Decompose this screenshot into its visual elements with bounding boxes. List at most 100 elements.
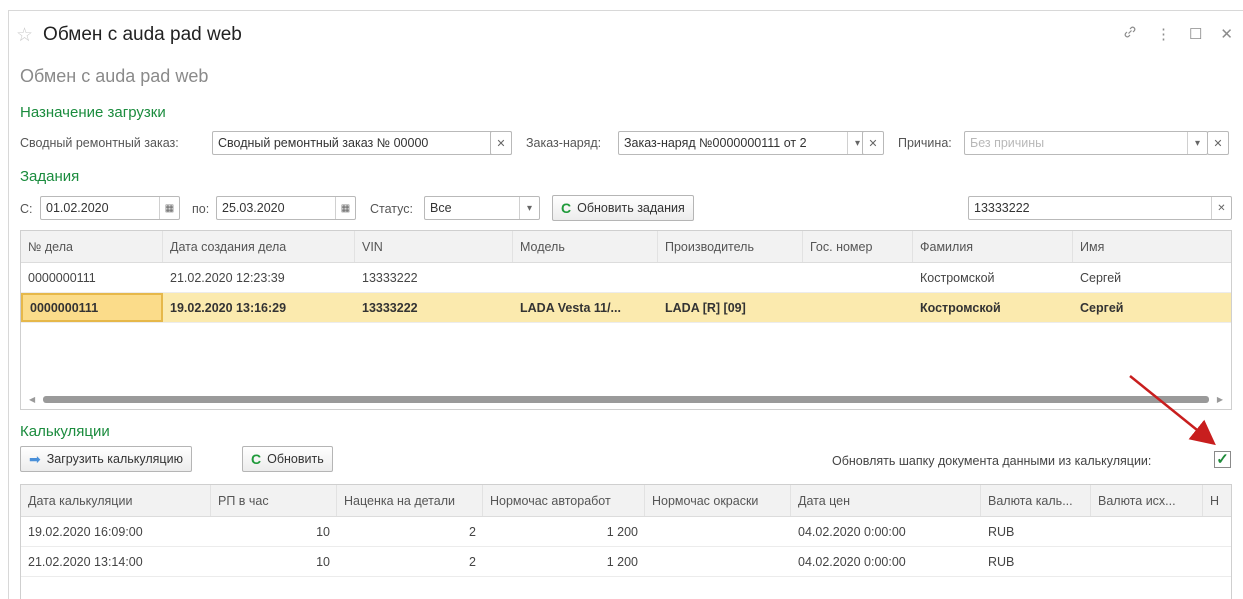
column-header[interactable]: Имя [1073, 231, 1231, 262]
table-cell [803, 293, 913, 322]
table-cell: 04.02.2020 0:00:00 [798, 554, 906, 569]
status-select[interactable]: Все ▾ [424, 196, 540, 220]
column-header[interactable]: VIN [355, 231, 513, 262]
load-calculation-button[interactable]: ➡ Загрузить калькуляцию [20, 446, 192, 472]
column-header[interactable]: Валюта исх... [1091, 485, 1203, 516]
table-cell [645, 547, 791, 576]
table-cell: Костромской [920, 300, 1001, 315]
table-cell: 21.02.2020 13:14:00 [28, 554, 143, 569]
refresh-icon: C [251, 451, 262, 467]
column-header[interactable]: Нормочас авторабот [483, 485, 645, 516]
refresh-tasks-button[interactable]: C Обновить задания [552, 195, 694, 221]
load-section-title: Назначение загрузки [20, 104, 166, 121]
table-cell [1091, 517, 1203, 546]
status-value: Все [430, 201, 452, 215]
maximize-icon[interactable]: ☐ [1189, 25, 1202, 43]
table-cell: 2 [469, 554, 476, 569]
close-icon[interactable]: ✕ [1220, 25, 1233, 43]
status-label: Статус: [370, 202, 413, 216]
table-row[interactable]: 21.02.2020 13:14:00 10 2 1 200 04.02.202… [21, 547, 1231, 577]
reason-placeholder: Без причины [970, 136, 1045, 150]
table-row-selected[interactable]: 0000000111 19.02.2020 13:16:29 13333222 … [21, 293, 1231, 323]
column-header[interactable]: Валюта каль... [981, 485, 1091, 516]
table-cell [645, 517, 791, 546]
table-row[interactable]: 19.02.2020 16:09:00 10 2 1 200 04.02.202… [21, 517, 1231, 547]
calendar-icon[interactable]: ▦ [335, 197, 355, 219]
load-calculation-label: Загрузить калькуляцию [46, 452, 183, 466]
more-icon[interactable]: ⋮ [1156, 25, 1171, 43]
table-cell: RUB [988, 524, 1015, 539]
summary-order-label: Сводный ремонтный заказ: [20, 136, 179, 150]
tasks-section-title: Задания [20, 168, 80, 185]
table-cell: 1 200 [606, 554, 638, 569]
tasks-table-header: № дела Дата создания дела VIN Модель Про… [21, 231, 1231, 263]
work-order-value: Заказ-наряд №0000000111 от 2 [624, 136, 807, 150]
column-header[interactable]: Н [1203, 485, 1231, 516]
reason-label: Причина: [898, 136, 952, 150]
table-row[interactable]: 0000000111 21.02.2020 12:23:39 13333222 … [21, 263, 1231, 293]
summary-order-field[interactable]: Сводный ремонтный заказ № 00000 ▾ [212, 131, 512, 155]
table-cell: 13333222 [362, 300, 418, 315]
calendar-icon[interactable]: ▦ [159, 197, 179, 219]
table-cell: Сергей [1080, 270, 1122, 285]
to-date-field[interactable]: 25.03.2020 ▦ [216, 196, 356, 220]
column-header[interactable]: Фамилия [913, 231, 1073, 262]
scroll-left-icon[interactable]: ◀ [29, 395, 35, 404]
scrollbar-thumb[interactable] [43, 395, 1209, 403]
work-order-field[interactable]: Заказ-наряд №0000000111 от 2 ▾ [618, 131, 868, 155]
table-cell: 0000000111 [28, 270, 96, 285]
link-icon[interactable] [1122, 24, 1138, 44]
table-cell: 1 200 [606, 524, 638, 539]
calculations-table-header: Дата калькуляции РП в час Наценка на дет… [21, 485, 1231, 517]
to-date-label: по: [192, 202, 210, 216]
table-cell: 10 [316, 554, 330, 569]
table-cell: 04.02.2020 0:00:00 [798, 524, 906, 539]
column-header[interactable]: Модель [513, 231, 658, 262]
work-order-label: Заказ-наряд: [526, 136, 602, 150]
column-header[interactable]: Дата калькуляции [21, 485, 211, 516]
window-tools: ⋮ ☐ ✕ [1122, 24, 1233, 44]
column-header[interactable]: Гос. номер [803, 231, 913, 262]
column-header[interactable]: Производитель [658, 231, 803, 262]
table-cell: Сергей [1080, 300, 1124, 315]
search-value: 13333222 [974, 201, 1030, 215]
table-cell [658, 263, 803, 292]
table-cell: LADA [R] [09] [665, 300, 746, 315]
table-cell: 21.02.2020 12:23:39 [170, 270, 285, 285]
to-date-value: 25.03.2020 [222, 201, 285, 215]
column-header[interactable]: Нормочас окраски [645, 485, 791, 516]
tasks-table: № дела Дата создания дела VIN Модель Про… [20, 230, 1232, 410]
column-header[interactable]: Наценка на детали [337, 485, 483, 516]
summary-order-value: Сводный ремонтный заказ № 00000 [218, 136, 429, 150]
favorite-star-icon[interactable]: ☆ [16, 26, 33, 45]
clear-search-icon[interactable]: ✕ [1211, 197, 1231, 219]
from-date-label: С: [20, 202, 33, 216]
from-date-field[interactable]: 01.02.2020 ▦ [40, 196, 180, 220]
table-cell: 13333222 [362, 270, 418, 285]
refresh-calculation-button[interactable]: C Обновить [242, 446, 333, 472]
table-cell: 0000000111 [21, 293, 163, 322]
table-cell: Костромской [920, 270, 995, 285]
table-cell: 19.02.2020 13:16:29 [170, 300, 287, 315]
column-header[interactable]: Дата создания дела [163, 231, 355, 262]
clear-reason-icon[interactable]: ✕ [1207, 131, 1229, 155]
horizontal-scrollbar[interactable]: ◀ ▶ [21, 392, 1231, 406]
reason-field[interactable]: Без причины ▾ [964, 131, 1208, 155]
form-subtitle: Обмен с auda pad web [20, 66, 209, 86]
column-header[interactable]: РП в час [211, 485, 337, 516]
window-title: Обмен с auda pad web [43, 24, 242, 45]
load-arrow-icon: ➡ [29, 450, 41, 467]
search-field[interactable]: 13333222 ✕ [968, 196, 1232, 220]
clear-work-order-icon[interactable]: ✕ [862, 131, 884, 155]
table-cell: RUB [988, 554, 1015, 569]
dropdown-arrow-icon[interactable]: ▾ [519, 197, 539, 219]
clear-summary-order-icon[interactable]: ✕ [490, 131, 512, 155]
update-header-label: Обновлять шапку документа данными из кал… [832, 454, 1152, 468]
calculations-table: Дата калькуляции РП в час Наценка на дет… [20, 484, 1232, 599]
table-cell: 19.02.2020 16:09:00 [28, 524, 143, 539]
column-header[interactable]: Дата цен [791, 485, 981, 516]
dropdown-arrow-icon[interactable]: ▾ [1187, 132, 1207, 154]
column-header[interactable]: № дела [21, 231, 163, 262]
checkmark-icon: ✓ [1216, 451, 1229, 468]
title-bar: ☆ Обмен с auda pad web [16, 24, 242, 46]
